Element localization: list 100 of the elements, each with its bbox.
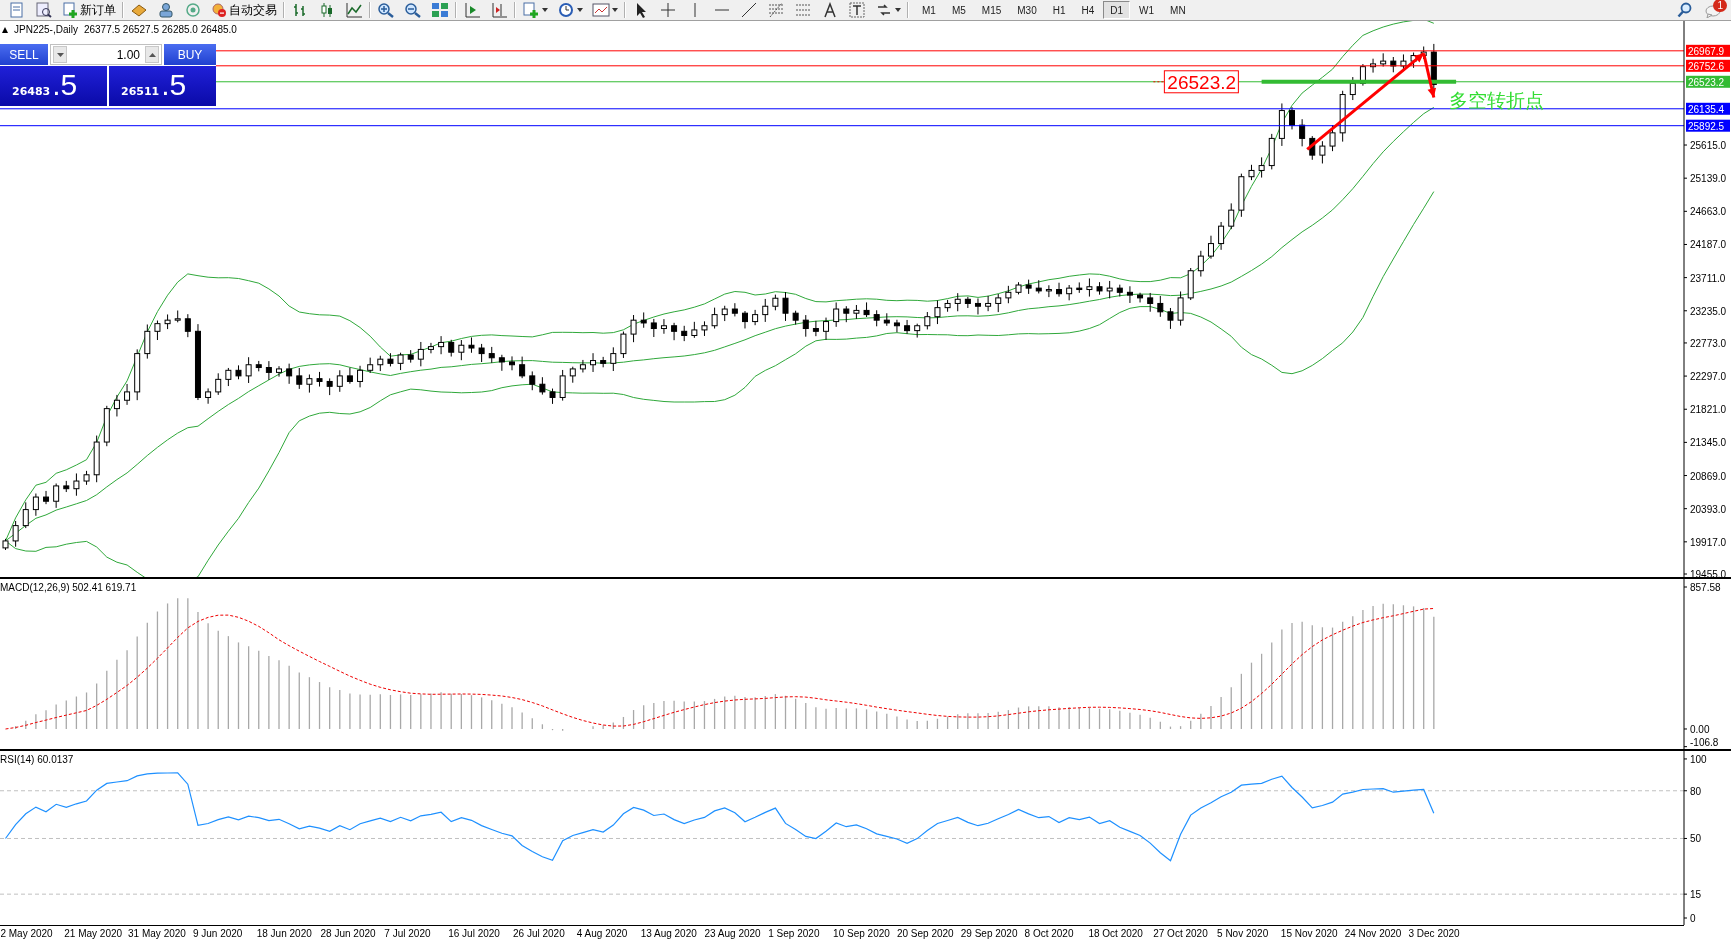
notification-badge: 1 xyxy=(1713,0,1727,12)
macd-histogram-bar xyxy=(470,694,473,730)
template-icon[interactable] xyxy=(592,2,618,18)
text-tool-icon[interactable] xyxy=(821,2,839,18)
axis-label: 50 xyxy=(1690,833,1702,845)
date-label: 28 Jun 2020 xyxy=(320,928,376,939)
axis-label: 0 xyxy=(1690,913,1696,924)
date-label: 18 Jun 2020 xyxy=(256,928,312,939)
macd-histogram-bar xyxy=(541,723,544,730)
date-label: 18 Oct 2020 xyxy=(1088,928,1143,939)
axis-label: 21821.0 xyxy=(1690,404,1727,416)
indicator-title: RSI(14) 60.0137 xyxy=(0,754,74,765)
zoom-out-icon[interactable] xyxy=(404,2,422,18)
trend-arrow[interactable] xyxy=(1422,53,1437,98)
sell-button[interactable]: SELL xyxy=(0,44,48,65)
axis-label: 0.00 xyxy=(1690,723,1710,735)
price-level-label: 26752.6 xyxy=(1686,59,1730,72)
date-label: 21 May 2020 xyxy=(64,928,123,939)
price-level-label: 26135.4 xyxy=(1686,102,1730,115)
axis-label: 24187.0 xyxy=(1690,239,1727,251)
macd-histogram-bar xyxy=(703,700,706,730)
macd-histogram-bar xyxy=(774,693,777,730)
axis-label: 19917.0 xyxy=(1690,536,1727,548)
timeframe-button[interactable]: D1 xyxy=(1103,1,1131,19)
macd-histogram-bar xyxy=(318,681,321,730)
axis-label: 20869.0 xyxy=(1690,470,1727,482)
timeframe-button[interactable]: H1 xyxy=(1045,1,1073,19)
zoom-in-icon[interactable] xyxy=(377,2,395,18)
symbol-title: JPN225-,Daily xyxy=(14,24,78,35)
macd-histogram-bar xyxy=(936,718,939,730)
sell-price-button[interactable]: 26483.5 xyxy=(0,66,107,106)
support-segment-line[interactable] xyxy=(1261,79,1457,84)
date-label: 8 Oct 2020 xyxy=(1024,928,1074,939)
date-label: 31 May 2020 xyxy=(128,928,186,939)
axis-label: 100 xyxy=(1690,753,1707,765)
axis-label: 23235.0 xyxy=(1690,305,1727,317)
text-label-icon[interactable] xyxy=(848,2,866,18)
auto-trading-button[interactable]: 自动交易 xyxy=(211,1,277,19)
fibonacci-icon[interactable] xyxy=(767,2,785,18)
trendline-icon[interactable] xyxy=(740,2,758,18)
crosshair-icon[interactable] xyxy=(659,2,677,18)
indicators-icon[interactable] xyxy=(522,2,548,18)
macd-histogram-bar xyxy=(85,691,88,730)
axis-label: 80 xyxy=(1690,785,1702,797)
date-label: 27 Oct 2020 xyxy=(1153,928,1208,939)
macd-histogram-bar xyxy=(865,708,868,730)
macd-histogram-bar xyxy=(946,715,949,730)
timeframe-button[interactable]: M15 xyxy=(974,1,1009,19)
lot-size-field[interactable]: 1.00 xyxy=(50,44,162,65)
auto-scroll-icon[interactable] xyxy=(463,2,481,18)
price-level-line[interactable] xyxy=(0,125,1685,127)
axis-label: 25139.0 xyxy=(1690,173,1727,185)
timeframe-button[interactable]: M30 xyxy=(1010,1,1044,19)
price-level-label: 25892.5 xyxy=(1686,119,1730,132)
timeframe-button[interactable]: M5 xyxy=(944,1,973,19)
date-label: 2 May 2020 xyxy=(0,928,53,939)
axis-label: 21345.0 xyxy=(1690,437,1727,449)
person-icon[interactable] xyxy=(157,2,175,18)
line-chart-icon[interactable] xyxy=(345,2,363,18)
macd-histogram-bar xyxy=(622,716,625,730)
tile-windows-icon[interactable] xyxy=(431,2,449,18)
date-label: 3 Dec 2020 xyxy=(1408,928,1460,939)
clock-icon[interactable] xyxy=(557,2,583,18)
timeframe-button[interactable]: H4 xyxy=(1074,1,1102,19)
price-label-box[interactable]: 26523.2 xyxy=(1163,70,1239,94)
axis-label: 857.58 xyxy=(1690,582,1721,593)
macd-histogram-bar xyxy=(308,676,311,730)
price-level-label: 26967.9 xyxy=(1686,44,1730,57)
date-label: 24 Nov 2020 xyxy=(1344,928,1402,939)
macd-histogram-bar xyxy=(389,694,392,730)
date-label: 23 Aug 2020 xyxy=(704,928,761,939)
lot-size-input[interactable]: 1.00 xyxy=(69,47,143,62)
macd-histogram-bar xyxy=(1098,708,1101,730)
leader-line xyxy=(1152,81,1165,83)
macd-histogram-bar xyxy=(480,696,483,730)
macd-histogram-bar xyxy=(1179,725,1182,730)
macd-histogram-bar xyxy=(632,709,635,730)
axis-label: 25615.0 xyxy=(1690,140,1727,152)
collapse-triangle-icon[interactable] xyxy=(2,26,8,33)
ohlc-values: 26377.5 26527.5 26285.0 26485.0 xyxy=(83,24,237,35)
buy-price-button[interactable]: 26511.5 xyxy=(109,66,216,106)
buy-button[interactable]: BUY xyxy=(164,44,216,65)
price-level-label: 26523.2 xyxy=(1686,75,1730,88)
macd-histogram-bar xyxy=(713,698,716,730)
date-label: 15 Nov 2020 xyxy=(1280,928,1338,939)
chart-shift-icon[interactable] xyxy=(490,2,508,18)
search-icon[interactable] xyxy=(1677,2,1693,18)
macd-histogram-bar xyxy=(784,695,787,730)
arrows-icon[interactable] xyxy=(875,2,901,18)
macd-histogram-bar xyxy=(855,707,858,730)
axis-label: 15 xyxy=(1690,889,1702,901)
timeframe-button[interactable]: W1 xyxy=(1132,1,1162,19)
date-label: 1 Sep 2020 xyxy=(768,928,820,939)
timeframe-button[interactable]: MN xyxy=(1163,1,1193,19)
trend-arrow[interactable] xyxy=(1306,52,1425,151)
new-order-button[interactable]: 新订单 xyxy=(62,1,116,19)
document-plus-icon xyxy=(62,2,78,18)
date-label: 7 Jul 2020 xyxy=(384,928,431,939)
timeframe-button[interactable]: M1 xyxy=(915,1,943,19)
date-label: 16 Jul 2020 xyxy=(448,928,500,939)
